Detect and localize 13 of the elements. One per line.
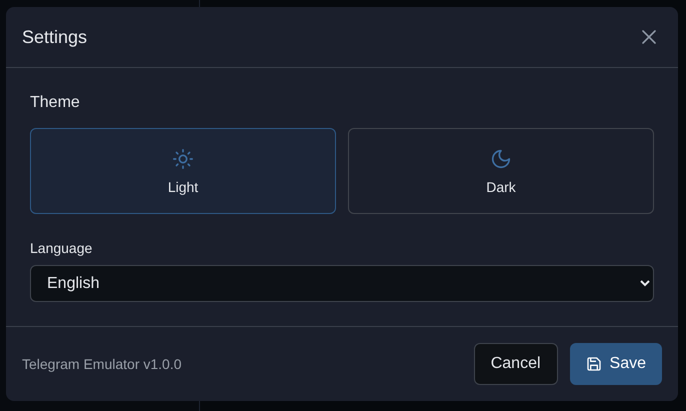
dialog-title: Settings bbox=[22, 26, 88, 48]
cancel-button[interactable]: Cancel bbox=[474, 343, 558, 385]
language-select[interactable]: English bbox=[30, 265, 654, 302]
moon-icon bbox=[490, 148, 512, 170]
theme-label: Theme bbox=[30, 94, 81, 112]
sun-icon bbox=[172, 148, 194, 170]
language-label: Language bbox=[30, 240, 94, 256]
theme-option[interactable]: Light bbox=[30, 128, 336, 214]
theme-option[interactable]: Dark bbox=[348, 128, 654, 214]
close-button[interactable] bbox=[640, 28, 658, 46]
save-button[interactable]: Save bbox=[570, 343, 662, 385]
version-text: Telegram Emulator v1.0.0 bbox=[22, 356, 182, 372]
close-icon bbox=[642, 30, 656, 44]
